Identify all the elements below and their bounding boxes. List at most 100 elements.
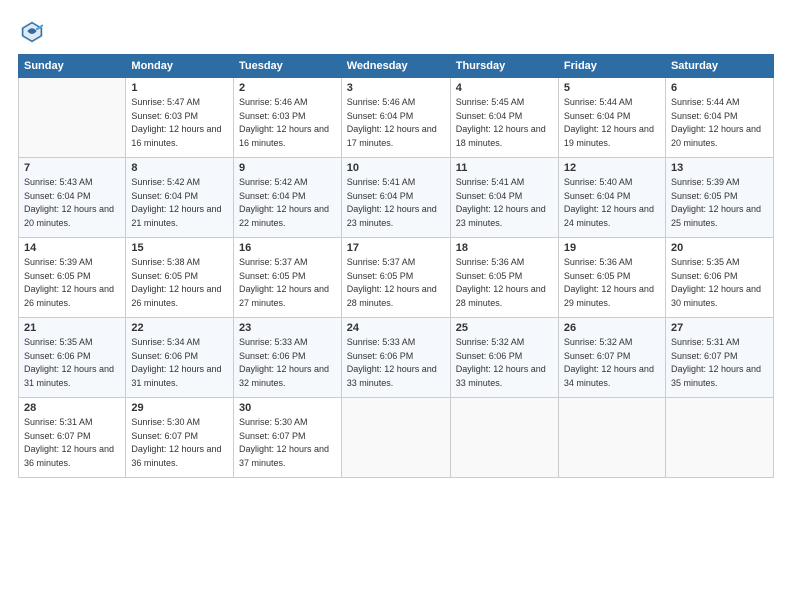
day-number: 9 bbox=[239, 162, 336, 174]
day-number: 22 bbox=[131, 322, 228, 334]
day-number: 17 bbox=[347, 242, 445, 254]
calendar-cell: 21 Sunrise: 5:35 AMSunset: 6:06 PMDaylig… bbox=[19, 318, 126, 398]
day-number: 3 bbox=[347, 82, 445, 94]
calendar-cell: 1 Sunrise: 5:47 AMSunset: 6:03 PMDayligh… bbox=[126, 78, 234, 158]
day-number: 23 bbox=[239, 322, 336, 334]
day-info: Sunrise: 5:33 AMSunset: 6:06 PMDaylight:… bbox=[239, 336, 336, 390]
calendar-cell: 5 Sunrise: 5:44 AMSunset: 6:04 PMDayligh… bbox=[558, 78, 665, 158]
day-number: 14 bbox=[24, 242, 120, 254]
day-number: 4 bbox=[456, 82, 553, 94]
day-info: Sunrise: 5:42 AMSunset: 6:04 PMDaylight:… bbox=[239, 176, 336, 230]
calendar-cell bbox=[665, 398, 773, 478]
day-info: Sunrise: 5:35 AMSunset: 6:06 PMDaylight:… bbox=[24, 336, 120, 390]
day-info: Sunrise: 5:38 AMSunset: 6:05 PMDaylight:… bbox=[131, 256, 228, 310]
calendar-cell: 10 Sunrise: 5:41 AMSunset: 6:04 PMDaylig… bbox=[341, 158, 450, 238]
day-number: 13 bbox=[671, 162, 768, 174]
day-number: 21 bbox=[24, 322, 120, 334]
calendar-cell: 13 Sunrise: 5:39 AMSunset: 6:05 PMDaylig… bbox=[665, 158, 773, 238]
calendar-cell: 29 Sunrise: 5:30 AMSunset: 6:07 PMDaylig… bbox=[126, 398, 234, 478]
day-number: 26 bbox=[564, 322, 660, 334]
calendar-cell: 12 Sunrise: 5:40 AMSunset: 6:04 PMDaylig… bbox=[558, 158, 665, 238]
day-info: Sunrise: 5:40 AMSunset: 6:04 PMDaylight:… bbox=[564, 176, 660, 230]
day-info: Sunrise: 5:43 AMSunset: 6:04 PMDaylight:… bbox=[24, 176, 120, 230]
day-number: 27 bbox=[671, 322, 768, 334]
calendar-cell: 4 Sunrise: 5:45 AMSunset: 6:04 PMDayligh… bbox=[450, 78, 558, 158]
calendar-cell: 20 Sunrise: 5:35 AMSunset: 6:06 PMDaylig… bbox=[665, 238, 773, 318]
calendar-cell: 19 Sunrise: 5:36 AMSunset: 6:05 PMDaylig… bbox=[558, 238, 665, 318]
day-number: 1 bbox=[131, 82, 228, 94]
day-info: Sunrise: 5:36 AMSunset: 6:05 PMDaylight:… bbox=[564, 256, 660, 310]
day-number: 5 bbox=[564, 82, 660, 94]
day-number: 16 bbox=[239, 242, 336, 254]
calendar-week-row: 28 Sunrise: 5:31 AMSunset: 6:07 PMDaylig… bbox=[19, 398, 774, 478]
calendar-cell: 28 Sunrise: 5:31 AMSunset: 6:07 PMDaylig… bbox=[19, 398, 126, 478]
day-info: Sunrise: 5:42 AMSunset: 6:04 PMDaylight:… bbox=[131, 176, 228, 230]
day-info: Sunrise: 5:46 AMSunset: 6:03 PMDaylight:… bbox=[239, 96, 336, 150]
calendar-cell: 3 Sunrise: 5:46 AMSunset: 6:04 PMDayligh… bbox=[341, 78, 450, 158]
day-info: Sunrise: 5:31 AMSunset: 6:07 PMDaylight:… bbox=[24, 416, 120, 470]
day-info: Sunrise: 5:41 AMSunset: 6:04 PMDaylight:… bbox=[456, 176, 553, 230]
calendar-week-row: 21 Sunrise: 5:35 AMSunset: 6:06 PMDaylig… bbox=[19, 318, 774, 398]
header bbox=[18, 18, 774, 46]
weekday-header-friday: Friday bbox=[558, 55, 665, 78]
calendar-cell: 30 Sunrise: 5:30 AMSunset: 6:07 PMDaylig… bbox=[233, 398, 341, 478]
weekday-header-wednesday: Wednesday bbox=[341, 55, 450, 78]
day-number: 10 bbox=[347, 162, 445, 174]
calendar-cell: 26 Sunrise: 5:32 AMSunset: 6:07 PMDaylig… bbox=[558, 318, 665, 398]
calendar-week-row: 14 Sunrise: 5:39 AMSunset: 6:05 PMDaylig… bbox=[19, 238, 774, 318]
calendar-cell: 11 Sunrise: 5:41 AMSunset: 6:04 PMDaylig… bbox=[450, 158, 558, 238]
day-info: Sunrise: 5:35 AMSunset: 6:06 PMDaylight:… bbox=[671, 256, 768, 310]
day-number: 18 bbox=[456, 242, 553, 254]
calendar-cell: 22 Sunrise: 5:34 AMSunset: 6:06 PMDaylig… bbox=[126, 318, 234, 398]
weekday-header-sunday: Sunday bbox=[19, 55, 126, 78]
calendar-cell: 27 Sunrise: 5:31 AMSunset: 6:07 PMDaylig… bbox=[665, 318, 773, 398]
day-info: Sunrise: 5:39 AMSunset: 6:05 PMDaylight:… bbox=[24, 256, 120, 310]
day-info: Sunrise: 5:44 AMSunset: 6:04 PMDaylight:… bbox=[564, 96, 660, 150]
day-number: 20 bbox=[671, 242, 768, 254]
calendar-cell: 7 Sunrise: 5:43 AMSunset: 6:04 PMDayligh… bbox=[19, 158, 126, 238]
day-info: Sunrise: 5:39 AMSunset: 6:05 PMDaylight:… bbox=[671, 176, 768, 230]
day-info: Sunrise: 5:34 AMSunset: 6:06 PMDaylight:… bbox=[131, 336, 228, 390]
day-info: Sunrise: 5:30 AMSunset: 6:07 PMDaylight:… bbox=[239, 416, 336, 470]
calendar-cell: 2 Sunrise: 5:46 AMSunset: 6:03 PMDayligh… bbox=[233, 78, 341, 158]
day-info: Sunrise: 5:32 AMSunset: 6:07 PMDaylight:… bbox=[564, 336, 660, 390]
weekday-header-row: SundayMondayTuesdayWednesdayThursdayFrid… bbox=[19, 55, 774, 78]
calendar-cell: 23 Sunrise: 5:33 AMSunset: 6:06 PMDaylig… bbox=[233, 318, 341, 398]
day-info: Sunrise: 5:37 AMSunset: 6:05 PMDaylight:… bbox=[347, 256, 445, 310]
weekday-header-monday: Monday bbox=[126, 55, 234, 78]
calendar-cell: 6 Sunrise: 5:44 AMSunset: 6:04 PMDayligh… bbox=[665, 78, 773, 158]
day-number: 15 bbox=[131, 242, 228, 254]
calendar-cell bbox=[558, 398, 665, 478]
day-number: 11 bbox=[456, 162, 553, 174]
weekday-header-thursday: Thursday bbox=[450, 55, 558, 78]
day-number: 30 bbox=[239, 402, 336, 414]
day-info: Sunrise: 5:44 AMSunset: 6:04 PMDaylight:… bbox=[671, 96, 768, 150]
day-info: Sunrise: 5:47 AMSunset: 6:03 PMDaylight:… bbox=[131, 96, 228, 150]
calendar-cell: 17 Sunrise: 5:37 AMSunset: 6:05 PMDaylig… bbox=[341, 238, 450, 318]
calendar-cell: 15 Sunrise: 5:38 AMSunset: 6:05 PMDaylig… bbox=[126, 238, 234, 318]
calendar-cell bbox=[341, 398, 450, 478]
day-info: Sunrise: 5:31 AMSunset: 6:07 PMDaylight:… bbox=[671, 336, 768, 390]
calendar-cell: 25 Sunrise: 5:32 AMSunset: 6:06 PMDaylig… bbox=[450, 318, 558, 398]
day-info: Sunrise: 5:46 AMSunset: 6:04 PMDaylight:… bbox=[347, 96, 445, 150]
day-info: Sunrise: 5:37 AMSunset: 6:05 PMDaylight:… bbox=[239, 256, 336, 310]
logo bbox=[18, 18, 50, 46]
weekday-header-saturday: Saturday bbox=[665, 55, 773, 78]
logo-icon bbox=[18, 18, 46, 46]
day-info: Sunrise: 5:45 AMSunset: 6:04 PMDaylight:… bbox=[456, 96, 553, 150]
day-number: 12 bbox=[564, 162, 660, 174]
calendar-cell bbox=[450, 398, 558, 478]
day-info: Sunrise: 5:36 AMSunset: 6:05 PMDaylight:… bbox=[456, 256, 553, 310]
calendar-cell bbox=[19, 78, 126, 158]
day-number: 6 bbox=[671, 82, 768, 94]
day-info: Sunrise: 5:33 AMSunset: 6:06 PMDaylight:… bbox=[347, 336, 445, 390]
day-number: 25 bbox=[456, 322, 553, 334]
weekday-header-tuesday: Tuesday bbox=[233, 55, 341, 78]
calendar-cell: 16 Sunrise: 5:37 AMSunset: 6:05 PMDaylig… bbox=[233, 238, 341, 318]
calendar-cell: 8 Sunrise: 5:42 AMSunset: 6:04 PMDayligh… bbox=[126, 158, 234, 238]
day-number: 29 bbox=[131, 402, 228, 414]
calendar-cell: 18 Sunrise: 5:36 AMSunset: 6:05 PMDaylig… bbox=[450, 238, 558, 318]
calendar-cell: 24 Sunrise: 5:33 AMSunset: 6:06 PMDaylig… bbox=[341, 318, 450, 398]
day-number: 2 bbox=[239, 82, 336, 94]
day-info: Sunrise: 5:30 AMSunset: 6:07 PMDaylight:… bbox=[131, 416, 228, 470]
